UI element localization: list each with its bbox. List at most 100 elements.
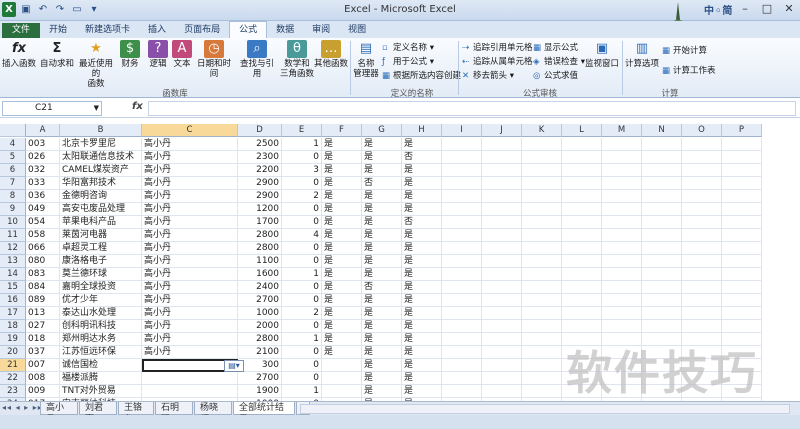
cell-e7[interactable]: 0 (282, 177, 322, 190)
cell-b22[interactable]: 福楼派腾 (60, 372, 142, 385)
cell-n11[interactable] (642, 229, 682, 242)
cell-o4[interactable] (682, 138, 722, 151)
cell-n4[interactable] (642, 138, 682, 151)
cell-e19[interactable]: 1 (282, 333, 322, 346)
cell-a15[interactable]: 084 (26, 281, 60, 294)
cell-g6[interactable]: 是 (362, 164, 402, 177)
cell-c8[interactable]: 高小丹 (142, 190, 238, 203)
cell-d17[interactable]: 1000 (238, 307, 282, 320)
row-header-23[interactable]: 23 (0, 385, 26, 398)
cell-d8[interactable]: 2900 (238, 190, 282, 203)
cell-n9[interactable] (642, 203, 682, 216)
cell-i5[interactable] (442, 151, 482, 164)
cell-g11[interactable]: 是 (362, 229, 402, 242)
cell-b13[interactable]: 康洛格电子 (60, 255, 142, 268)
cell-b8[interactable]: 金德明咨询 (60, 190, 142, 203)
row-header-4[interactable]: 4 (0, 138, 26, 151)
error-checking-button[interactable]: ◈ 错误检查 ▾ (533, 55, 585, 67)
cell-g16[interactable]: 是 (362, 294, 402, 307)
cell-i22[interactable] (442, 372, 482, 385)
cell-n10[interactable] (642, 216, 682, 229)
cell-e15[interactable]: 0 (282, 281, 322, 294)
cell-g17[interactable]: 是 (362, 307, 402, 320)
cell-m9[interactable] (602, 203, 642, 216)
cell-f11[interactable]: 是 (322, 229, 362, 242)
row-header-10[interactable]: 10 (0, 216, 26, 229)
cell-e22[interactable]: 0 (282, 372, 322, 385)
cell-k5[interactable] (522, 151, 562, 164)
cell-p18[interactable] (722, 320, 762, 333)
cell-a23[interactable]: 009 (26, 385, 60, 398)
cell-o9[interactable] (682, 203, 722, 216)
cell-c10[interactable]: 高小丹 (142, 216, 238, 229)
cell-g10[interactable]: 是 (362, 216, 402, 229)
calculation-options-button[interactable]: ▥ 计算选项 (624, 40, 660, 69)
cell-p6[interactable] (722, 164, 762, 177)
cell-g20[interactable]: 是 (362, 346, 402, 359)
cell-f5[interactable]: 是 (322, 151, 362, 164)
cell-m18[interactable] (602, 320, 642, 333)
cell-j21[interactable] (482, 359, 522, 372)
cell-a18[interactable]: 027 (26, 320, 60, 333)
cell-o7[interactable] (682, 177, 722, 190)
cell-f4[interactable]: 是 (322, 138, 362, 151)
cell-e8[interactable]: 2 (282, 190, 322, 203)
cell-j12[interactable] (482, 242, 522, 255)
cell-h20[interactable]: 是 (402, 346, 442, 359)
cell-i7[interactable] (442, 177, 482, 190)
cell-g8[interactable]: 是 (362, 190, 402, 203)
cell-h9[interactable]: 是 (402, 203, 442, 216)
cell-n15[interactable] (642, 281, 682, 294)
row-header-17[interactable]: 17 (0, 307, 26, 320)
cell-a20[interactable]: 037 (26, 346, 60, 359)
sheet-tab[interactable]: 杨晓柯 (194, 402, 232, 425)
tab-home[interactable]: 开始 (40, 23, 76, 38)
tab-data[interactable]: 数据 (267, 23, 303, 38)
cell-k19[interactable] (522, 333, 562, 346)
cell-j5[interactable] (482, 151, 522, 164)
cell-k13[interactable] (522, 255, 562, 268)
sheet-tab[interactable]: 石明砚 (155, 402, 193, 425)
cell-k21[interactable] (522, 359, 562, 372)
tab-insert[interactable]: 插入 (139, 23, 175, 38)
cell-i21[interactable] (442, 359, 482, 372)
cell-f12[interactable]: 是 (322, 242, 362, 255)
column-header-c[interactable]: C (142, 124, 238, 137)
cell-g12[interactable]: 是 (362, 242, 402, 255)
cell-o12[interactable] (682, 242, 722, 255)
name-box[interactable]: C21 ▼ (2, 101, 102, 116)
cell-c16[interactable]: 高小丹 (142, 294, 238, 307)
calculate-sheet-button[interactable]: ▦ 计算工作表 (662, 64, 716, 76)
cell-k15[interactable] (522, 281, 562, 294)
cell-b5[interactable]: 太阳联通信息技术 (60, 151, 142, 164)
cell-b17[interactable]: 泰达山水处理 (60, 307, 142, 320)
column-header-b[interactable]: B (60, 124, 142, 137)
cell-c7[interactable]: 高小丹 (142, 177, 238, 190)
cell-e16[interactable]: 0 (282, 294, 322, 307)
cell-l10[interactable] (562, 216, 602, 229)
cell-d12[interactable]: 2800 (238, 242, 282, 255)
cell-g18[interactable]: 是 (362, 320, 402, 333)
cell-h4[interactable]: 是 (402, 138, 442, 151)
cell-c5[interactable]: 高小丹 (142, 151, 238, 164)
cell-h15[interactable]: 是 (402, 281, 442, 294)
cell-a5[interactable]: 026 (26, 151, 60, 164)
row-header-14[interactable]: 14 (0, 268, 26, 281)
cell-p4[interactable] (722, 138, 762, 151)
cell-a17[interactable]: 013 (26, 307, 60, 320)
cell-p14[interactable] (722, 268, 762, 281)
cell-f10[interactable]: 是 (322, 216, 362, 229)
cell-c13[interactable]: 高小丹 (142, 255, 238, 268)
row-header-9[interactable]: 9 (0, 203, 26, 216)
cell-f18[interactable]: 是 (322, 320, 362, 333)
cell-i4[interactable] (442, 138, 482, 151)
cell-a22[interactable]: 008 (26, 372, 60, 385)
cell-m12[interactable] (602, 242, 642, 255)
cell-e23[interactable]: 1 (282, 385, 322, 398)
cell-a4[interactable]: 003 (26, 138, 60, 151)
cell-l16[interactable] (562, 294, 602, 307)
cell-i23[interactable] (442, 385, 482, 398)
cell-n8[interactable] (642, 190, 682, 203)
cell-d20[interactable]: 2100 (238, 346, 282, 359)
cell-m11[interactable] (602, 229, 642, 242)
